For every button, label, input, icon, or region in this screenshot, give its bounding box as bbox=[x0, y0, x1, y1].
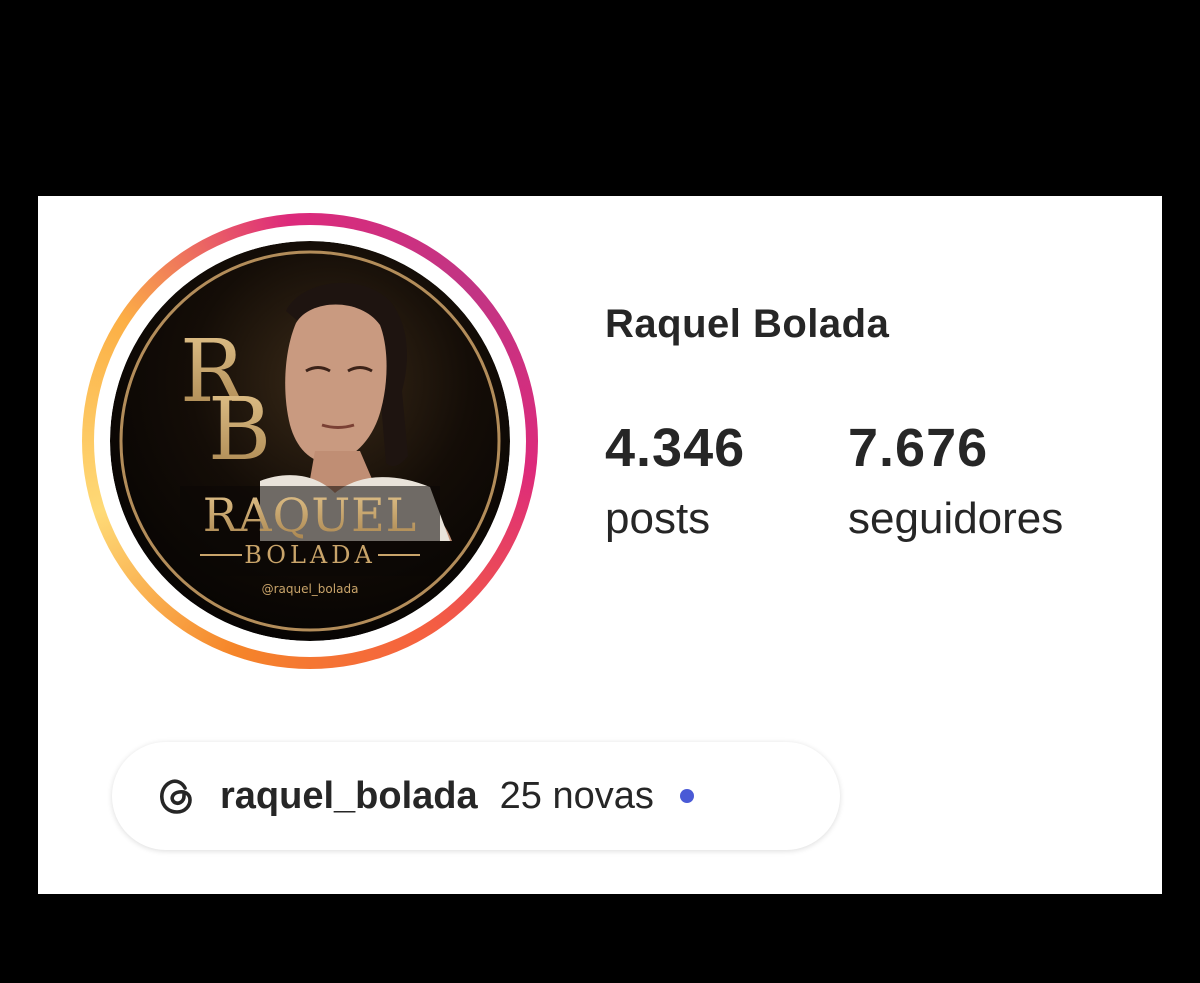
followers-label: seguidores bbox=[848, 494, 1064, 543]
avatar-monogram-b: B bbox=[208, 380, 271, 480]
profile-name: Raquel Bolada bbox=[605, 302, 890, 346]
threads-new-count: 25 novas bbox=[499, 774, 654, 817]
avatar-wordmark-title: RAQUEL bbox=[203, 488, 417, 542]
unread-dot bbox=[679, 789, 694, 803]
profile-avatar[interactable]: R B RAQUEL BOLADA @raquel_bolada bbox=[110, 241, 510, 641]
stat-followers[interactable]: 7.676 seguidores bbox=[848, 418, 1063, 548]
posts-label: posts bbox=[605, 494, 711, 543]
threads-handle: raquel_bolada bbox=[220, 774, 478, 817]
avatar-wordmark-subtitle: BOLADA bbox=[244, 541, 376, 569]
avatar-wordmark-handle: @raquel_bolada bbox=[262, 582, 359, 596]
stat-posts[interactable]: 4.346 posts bbox=[605, 418, 745, 548]
threads-badge-button[interactable]: raquel_bolada 25 novas bbox=[112, 742, 840, 850]
followers-count: 7.676 bbox=[848, 418, 989, 478]
posts-count: 4.346 bbox=[605, 418, 746, 478]
threads-icon bbox=[154, 774, 198, 818]
